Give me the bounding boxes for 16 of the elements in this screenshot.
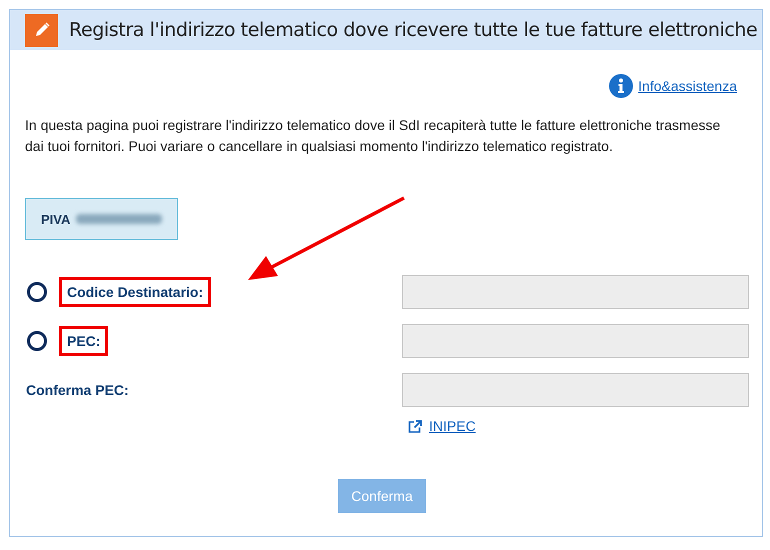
help-link[interactable]: Info&assistenza: [638, 78, 737, 94]
pencil-icon: [25, 14, 58, 46]
external-link-icon: [408, 420, 422, 432]
piva-label: PIVA: [41, 212, 70, 226]
inipec-link[interactable]: INIPEC: [429, 418, 476, 434]
radio-button[interactable]: [27, 331, 47, 351]
info-icon: [609, 74, 634, 98]
field-label: Conferma PEC:: [26, 381, 130, 400]
radio-button[interactable]: [27, 282, 47, 302]
highlighted-label: Codice Destinatario:: [59, 277, 212, 307]
input-field[interactable]: [402, 275, 749, 309]
input-field[interactable]: [402, 324, 749, 358]
intro-text: In questa pagina puoi registrare l'indirizzo telematico dove il SdI recapiterà tutte le fatture elettroniche trasmesse dai tuoi fornitori. Puoi variare o cancellare in qualsiasi momento l'indirizzo telematico registrato.: [25, 116, 722, 156]
highlighted-label: PEC:: [59, 326, 108, 356]
page-title: Registra l'indirizzo telematico dove ricevere tutte le tue fatture elettroniche: [69, 19, 758, 41]
input-field[interactable]: [402, 373, 749, 407]
